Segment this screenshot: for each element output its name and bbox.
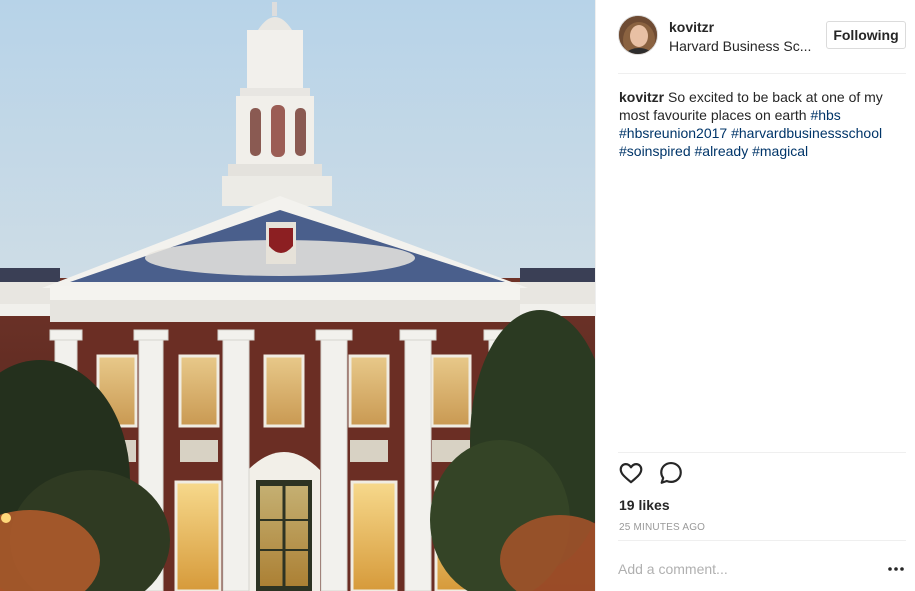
post-photo[interactable]	[0, 0, 595, 591]
avatar-image	[619, 16, 657, 54]
post-location[interactable]: Harvard Business Sc...	[669, 38, 811, 54]
post-timestamp: 25 MINUTES AGO	[619, 522, 706, 533]
comment-divider	[618, 540, 906, 541]
post-actions	[618, 460, 906, 490]
hashtag-link[interactable]: #hbsreunion2017	[619, 125, 727, 141]
hashtag-link[interactable]: #magical	[752, 143, 808, 159]
likes-count[interactable]: 19 likes	[619, 497, 670, 513]
actions-divider	[618, 452, 906, 453]
building-photo	[0, 0, 595, 591]
hashtag-link[interactable]: #soinspired	[619, 143, 691, 159]
caption-username[interactable]: kovitzr	[619, 89, 664, 105]
header-divider	[618, 73, 906, 74]
post-author-username[interactable]: kovitzr	[669, 19, 714, 35]
avatar[interactable]	[618, 15, 658, 55]
post-caption: kovitzr So excited to be back at one of …	[619, 88, 905, 160]
comment-bubble-icon[interactable]	[658, 460, 686, 488]
heart-icon[interactable]	[618, 460, 646, 488]
post-details-panel: kovitzr Harvard Business Sc... Following…	[595, 0, 915, 591]
more-options-icon[interactable]	[886, 560, 906, 578]
hashtag-link[interactable]: #harvardbusinessschool	[731, 125, 882, 141]
hashtag-link[interactable]: #hbs	[810, 107, 840, 123]
post-header: kovitzr Harvard Business Sc... Following	[596, 0, 915, 72]
following-button[interactable]: Following	[826, 21, 906, 49]
add-comment-input[interactable]	[618, 556, 878, 582]
hashtag-link[interactable]: #already	[695, 143, 749, 159]
